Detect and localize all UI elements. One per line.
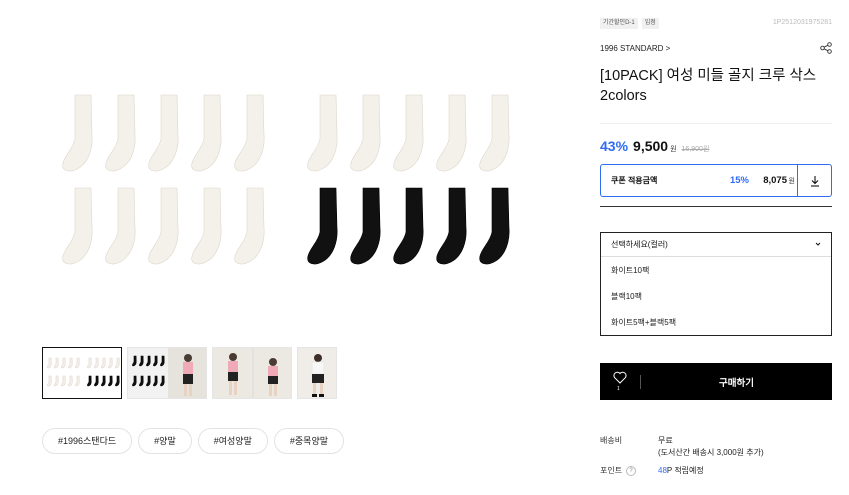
shipping-fee: 무료: [658, 436, 673, 445]
points-suffix: P 적립예정: [666, 466, 704, 475]
sock-shape: [436, 94, 467, 172]
price-row: 43% 9,500 원 16,900원: [600, 138, 709, 154]
wishlist-button[interactable]: 1: [600, 363, 640, 400]
hashtag-chip[interactable]: #1996스탠다드: [42, 428, 133, 454]
coupon-price: 8,075: [763, 175, 787, 186]
sock-shape: [350, 187, 381, 265]
select-option[interactable]: 블랙10팩: [601, 283, 831, 309]
coupon-box: 쿠폰 적용금액 15% 8,075 원: [600, 164, 832, 197]
purchase-bar: 1 구매하기: [600, 363, 832, 400]
select-placeholder: 선택하세요(컬러): [611, 240, 668, 249]
coupon-rate: 15%: [729, 175, 749, 186]
thumb-model-graphic: [128, 348, 206, 398]
thumb-socks-mixed[interactable]: [42, 347, 122, 399]
coupon-label: 쿠폰 적용금액: [611, 176, 658, 185]
hashtag-chip[interactable]: #여성양말: [197, 428, 268, 454]
heart-icon: [613, 371, 627, 384]
select-option[interactable]: 화이트5팩+블랙5팩: [601, 309, 831, 335]
points-amount: 48: [658, 466, 667, 475]
sock-shape: [393, 94, 424, 172]
sock-shape: [307, 94, 338, 172]
currency-unit: 원: [788, 177, 795, 185]
sock-shape: [479, 187, 510, 265]
thumb-model-graphic: [213, 348, 291, 398]
points-label-row: 포인트 ?: [600, 465, 637, 476]
hashtag-chip[interactable]: #양말: [138, 428, 192, 454]
sock-shape: [62, 94, 93, 172]
wish-count: 1: [617, 386, 620, 392]
thumb-black-socks-model[interactable]: [127, 347, 207, 399]
main-product-image: [40, 90, 520, 270]
sock-shape: [105, 187, 136, 265]
sock-shape: [234, 94, 265, 172]
color-select: 선택하세요(컬러) 화이트10팩 블랙10팩 화이트5팩+블랙5팩: [600, 232, 832, 336]
thumb-model-pink[interactable]: [212, 347, 292, 399]
shipping-label: 배송비: [600, 436, 623, 445]
thumbnail-list: [42, 347, 337, 399]
product-title: [10PACK] 여성 미들 골지 크루 삭스 2colors: [600, 68, 817, 104]
sock-shape: [191, 187, 222, 265]
download-icon: [810, 175, 819, 187]
sock-shape: [393, 187, 424, 265]
sock-shape: [307, 187, 338, 265]
hashtag-list: #1996스탠다드 #양말 #여성양말 #중목양말: [42, 428, 345, 454]
thumb-model-white[interactable]: [297, 347, 337, 399]
product-code: 1P2512031975281: [772, 19, 832, 26]
sale-badge: 기간할인D-1: [600, 18, 638, 29]
sock-shape: [479, 94, 510, 172]
badge-list: 기간할인D-1 입점: [600, 18, 659, 29]
shipping-value: 무료 (도서산간 배송시 3,000원 추가): [658, 435, 764, 459]
sock-shape: [350, 94, 381, 172]
sock-shape: [436, 187, 467, 265]
new-badge: 입점: [641, 18, 659, 29]
sock-shape: [148, 187, 179, 265]
thumb-model-graphic: [298, 348, 336, 398]
select-option[interactable]: 화이트10팩: [601, 257, 831, 283]
points-value: 48P 적립예정: [658, 465, 704, 476]
divider: [600, 123, 832, 124]
sock-shape: [105, 94, 136, 172]
sock-shape: [148, 94, 179, 172]
original-price: 16,900원: [681, 146, 710, 153]
discount-rate: 43%: [600, 138, 629, 154]
shipping-note: (도서산간 배송시 3,000원 추가): [658, 448, 764, 457]
thumb-socks-graphic: [43, 348, 121, 398]
sock-shape: [234, 187, 265, 265]
help-icon[interactable]: ?: [626, 465, 637, 476]
sale-price: 9,500: [633, 138, 669, 154]
points-label: 포인트: [600, 466, 623, 475]
socks-illustration: [62, 94, 510, 265]
sock-shape: [62, 187, 93, 265]
buy-button[interactable]: 구매하기: [641, 375, 832, 389]
divider: [600, 206, 832, 207]
select-trigger[interactable]: 선택하세요(컬러): [601, 233, 831, 257]
sock-shape: [191, 94, 222, 172]
currency-unit: 원: [670, 146, 677, 153]
chevron-down-icon: [815, 242, 821, 246]
coupon-download-button[interactable]: [797, 164, 831, 197]
brand-link[interactable]: 1996 STANDARD >: [600, 44, 670, 53]
hashtag-chip[interactable]: #중목양말: [273, 428, 345, 454]
share-icon[interactable]: [820, 42, 832, 54]
